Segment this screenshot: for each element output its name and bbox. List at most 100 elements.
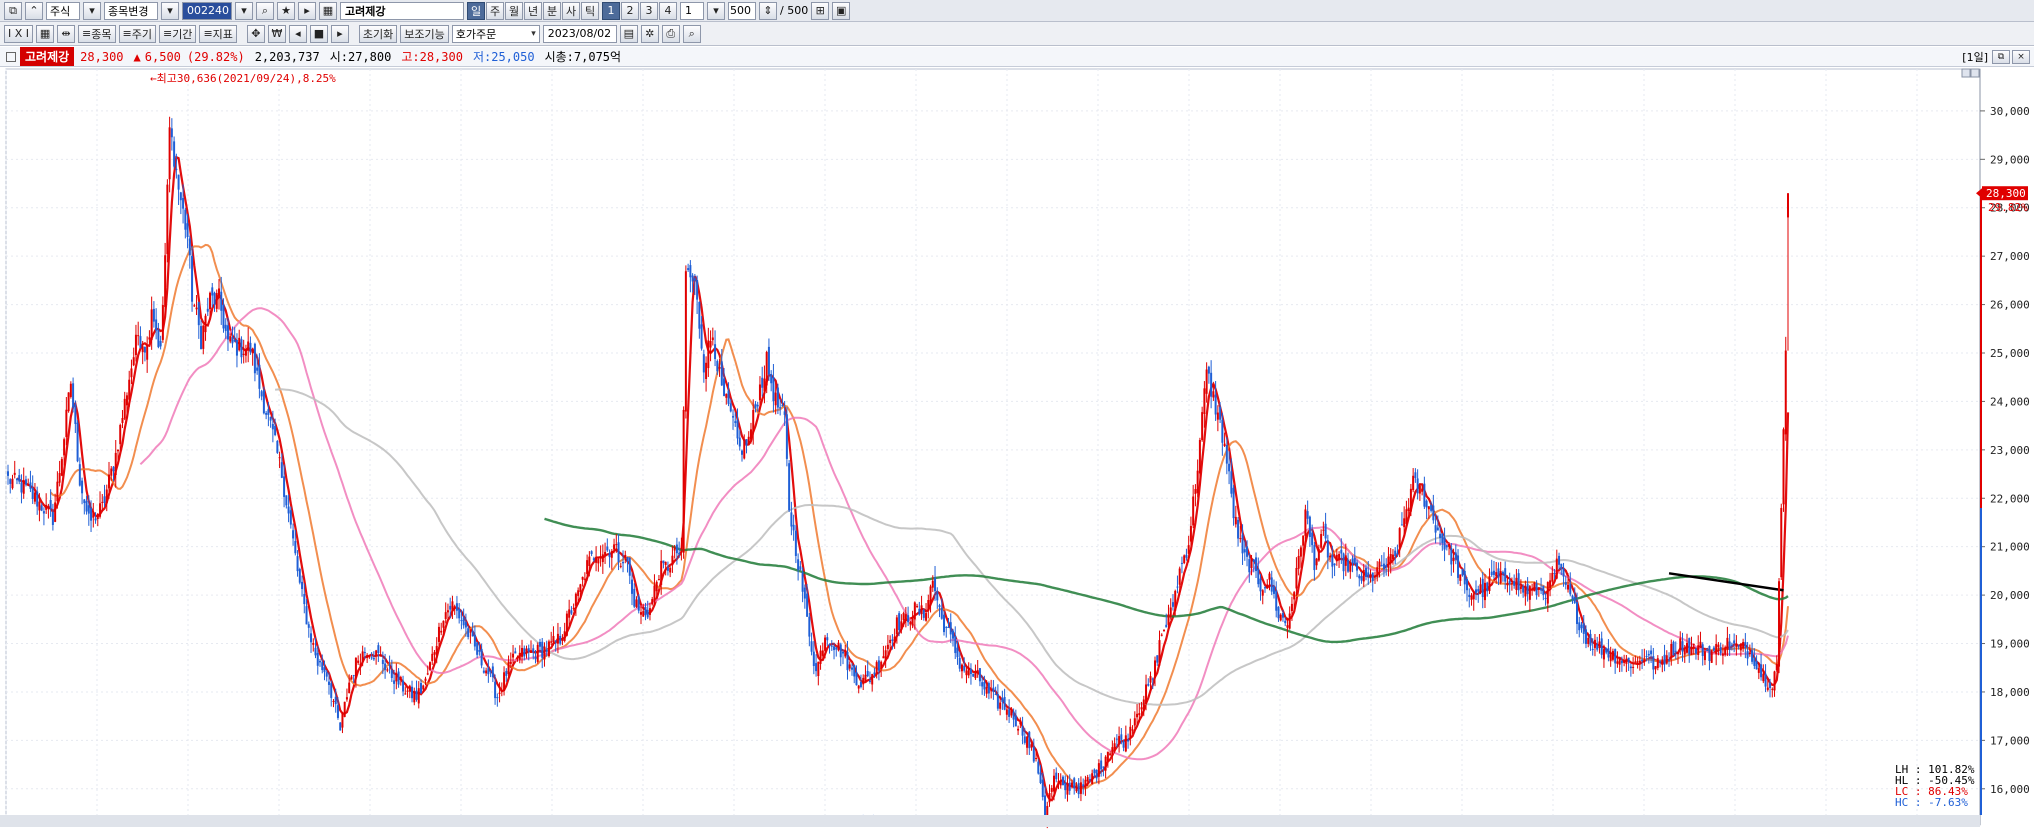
number-tab-4[interactable]: 4 — [659, 1, 677, 20]
period-tab-3[interactable]: 년 — [524, 1, 542, 20]
candle-body — [1515, 577, 1518, 590]
number-tab-1[interactable]: 1 — [602, 1, 620, 20]
count-spinner-icon[interactable]: ⇕ — [759, 1, 777, 20]
candle-body — [1546, 582, 1549, 604]
candle-body — [63, 439, 66, 456]
candle-body — [523, 648, 526, 657]
stop-icon[interactable]: ■ — [309, 24, 328, 43]
candle-body — [1441, 533, 1444, 544]
chart-close-icon[interactable] — [1970, 68, 1980, 78]
price-chart[interactable]: 16,000 17,000 18,000 19,000 20,000 21,000 22,0… — [0, 67, 2034, 829]
interval-input[interactable]: 1 — [680, 1, 704, 20]
candle-body — [1232, 487, 1235, 519]
period-tab-2[interactable]: 월 — [505, 1, 523, 20]
play-next-icon[interactable]: ▸ — [298, 1, 316, 20]
stock-change-dropdown-icon[interactable]: ▾ — [161, 1, 179, 20]
candle-body — [1320, 534, 1323, 548]
interval-dropdown-icon[interactable]: ▾ — [707, 1, 725, 20]
order-select[interactable]: 호가주문 ▾ — [451, 24, 540, 43]
up-arrow-icon[interactable]: ⌃ — [25, 1, 43, 20]
candle-body — [1423, 483, 1426, 507]
save-icon[interactable]: ▣ — [832, 1, 851, 20]
close-icon[interactable]: × — [2012, 49, 2030, 64]
stock-menu-button[interactable]: ≡ 종목 — [78, 24, 116, 43]
candle-body — [1068, 782, 1071, 791]
indicator-menu-button[interactable]: ≡ 지표 — [199, 24, 237, 43]
date-input[interactable]: 2023/08/02 — [542, 24, 617, 43]
candle-body — [464, 622, 467, 628]
chart-expand-icon[interactable] — [1961, 68, 1971, 78]
period-menu-button[interactable]: ≡ 주기 — [118, 24, 156, 43]
candle-body — [303, 593, 306, 605]
candle-body — [976, 670, 979, 674]
grid-icon[interactable]: ▦ — [319, 1, 337, 20]
candle-body — [565, 613, 568, 636]
candle-body — [1255, 557, 1258, 572]
won-icon[interactable]: ₩ — [267, 24, 286, 43]
candle-body — [1544, 597, 1547, 599]
candle-body — [577, 590, 580, 596]
candle-body — [211, 287, 214, 296]
candle-body — [850, 667, 853, 670]
candle-body — [1093, 769, 1096, 774]
stock-code-input[interactable]: 002240 — [182, 1, 232, 20]
candle-body — [1499, 571, 1502, 583]
candle-body — [1248, 559, 1251, 573]
candle-body — [855, 672, 858, 686]
print-icon[interactable]: ⎙ — [661, 24, 680, 43]
forward-icon[interactable]: ▸ — [330, 24, 349, 43]
candle-body — [1196, 470, 1199, 493]
reset-button[interactable]: 초기화 — [358, 24, 398, 43]
candle-body — [516, 657, 519, 659]
candle-body — [15, 478, 18, 481]
candle-body — [103, 496, 106, 503]
period-tab-0[interactable]: 일 — [467, 1, 485, 20]
price-info-bar: 고려제강 28,300 ▲ 6,500 (29.82%) 2,203,737 시… — [0, 47, 2034, 67]
candle-body — [1654, 666, 1657, 670]
candle-body — [687, 268, 690, 271]
horizontal-scrollbar[interactable] — [0, 815, 1980, 827]
layout-icon[interactable]: ⧉ — [4, 1, 22, 20]
restore-icon[interactable]: ⧉ — [1992, 49, 2010, 64]
calendar-icon[interactable]: ▤ — [619, 24, 638, 43]
range-menu-button[interactable]: ≡ 기간 — [158, 24, 197, 43]
crosshair-icon[interactable]: ✥ — [246, 24, 265, 43]
market-dropdown-icon[interactable]: ▾ — [83, 1, 101, 20]
period-tab-1[interactable]: 주 — [486, 1, 504, 20]
candle-body — [999, 702, 1002, 709]
new-window-icon[interactable]: ⊞ — [811, 1, 830, 20]
stat-hc: HC : -7.63% — [1895, 796, 1968, 809]
stock-change-select[interactable]: 종목변경 — [104, 1, 158, 20]
candle-body — [740, 450, 743, 455]
market-select[interactable]: 주식 — [46, 1, 80, 20]
candle-body — [1084, 779, 1087, 788]
period-tab-6[interactable]: 틱 — [581, 1, 599, 20]
number-tab-3[interactable]: 3 — [640, 1, 658, 20]
candle-body — [301, 581, 304, 590]
search-icon[interactable]: ⌕ — [256, 1, 274, 20]
table-icon[interactable]: ▦ — [36, 24, 55, 43]
candle-body — [691, 275, 694, 282]
checkbox-icon[interactable] — [6, 51, 16, 62]
aux-function-button[interactable]: 보조기능 — [400, 24, 449, 43]
candle-body — [947, 626, 950, 628]
expand-icon[interactable]: ⇹ — [57, 24, 76, 43]
count-input[interactable]: 500 — [728, 1, 756, 20]
period-tab-4[interactable]: 분 — [543, 1, 561, 20]
period-tab-5[interactable]: 사 — [562, 1, 580, 20]
code-dropdown-icon[interactable]: ▾ — [235, 1, 253, 20]
cursor-tool-button[interactable]: I X I — [4, 24, 34, 43]
candle-body — [1450, 548, 1453, 565]
candle-body — [1474, 589, 1477, 593]
candle-body — [54, 502, 57, 522]
favorite-star-icon[interactable]: ★ — [277, 1, 295, 20]
stock-name-field[interactable]: 고려제강 — [340, 1, 464, 20]
candle-body — [1551, 572, 1554, 582]
number-tab-2[interactable]: 2 — [621, 1, 639, 20]
candle-body — [646, 609, 649, 618]
candle-body — [1573, 596, 1576, 603]
candle-body — [758, 384, 761, 401]
search-zoom-icon[interactable]: ⌕ — [682, 24, 701, 43]
settings-gear-icon[interactable]: ✲ — [640, 24, 659, 43]
rewind-icon[interactable]: ◂ — [288, 24, 307, 43]
